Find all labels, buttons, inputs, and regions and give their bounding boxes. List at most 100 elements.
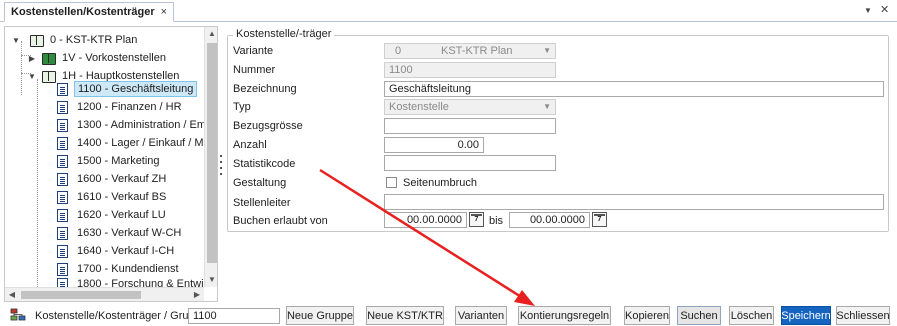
tree-item-1200[interactable]: 1200 - Finanzen / HR xyxy=(57,98,185,116)
variante-code: 0 xyxy=(395,45,402,57)
document-icon xyxy=(57,82,68,96)
group-field[interactable]: 1100 xyxy=(188,308,280,324)
group-title: Kostenstelle/-träger xyxy=(233,28,335,40)
tree-item-1620[interactable]: 1620 - Verkauf LU xyxy=(57,206,169,224)
variante-select[interactable]: 0 KST-KTR Plan ▼ xyxy=(384,43,556,59)
tree-item-1400[interactable]: 1400 - Lager / Einkauf / Material xyxy=(57,134,218,152)
document-icon xyxy=(57,262,68,276)
tree-item-1700[interactable]: 1700 - Kundendienst xyxy=(57,260,182,278)
tree-item-label: 1500 - Marketing xyxy=(77,155,160,167)
schliessen-button[interactable]: Schliessen xyxy=(836,306,890,325)
tree-vertical-scrollbar[interactable]: ▲ ▼ xyxy=(204,27,217,287)
variante-label: Variante xyxy=(233,45,274,57)
seitenumbruch-label: Seitenumbruch xyxy=(403,177,477,189)
bezugsgroesse-label: Bezugsgrösse xyxy=(233,120,303,132)
kopieren-button[interactable]: Kopieren xyxy=(624,306,670,325)
typ-select[interactable]: Kostenstelle ▼ xyxy=(384,99,556,115)
tree-node-root[interactable]: ▼ 0 - KST-KTR Plan xyxy=(11,31,140,49)
suchen-button[interactable]: Suchen xyxy=(677,306,721,325)
document-icon xyxy=(57,154,68,168)
buchen-to-field[interactable]: 00.00.0000 xyxy=(509,212,590,228)
buchen-from-field[interactable]: 00.00.0000 xyxy=(384,212,467,228)
tab-close-icon[interactable]: × xyxy=(161,6,167,18)
anzahl-field[interactable]: 0.00 xyxy=(384,137,484,153)
tree-item-1610[interactable]: 1610 - Verkauf BS xyxy=(57,188,169,206)
scroll-up-icon[interactable]: ▲ xyxy=(205,27,217,41)
loeschen-button[interactable]: Löschen xyxy=(729,306,774,325)
tree-item-label: 1300 - Administration / Empfang xyxy=(77,119,218,131)
tree-item-label: 1200 - Finanzen / HR xyxy=(77,101,182,113)
tab-kostenstellen[interactable]: Kostenstellen/Kostenträger × xyxy=(4,2,175,22)
scroll-left-icon[interactable]: ◀ xyxy=(5,288,19,301)
bis-label: bis xyxy=(489,215,504,227)
document-icon xyxy=(57,136,68,150)
buchen-label: Buchen erlaubt von xyxy=(233,215,328,227)
statistikcode-label: Statistikcode xyxy=(233,158,296,170)
tree-node-vorkostenstellen[interactable]: ▶ 1V - Vorkostenstellen xyxy=(27,49,169,67)
tree-item-1630[interactable]: 1630 - Verkauf W-CH xyxy=(57,224,184,242)
expand-icon[interactable]: ▶ xyxy=(27,54,37,63)
tree-item-1500[interactable]: 1500 - Marketing xyxy=(57,152,163,170)
chevron-down-icon: ▼ xyxy=(543,102,551,111)
scroll-thumb[interactable] xyxy=(21,291,141,299)
calendar-from-icon[interactable]: 7 xyxy=(469,212,484,227)
tree-node-label: 0 - KST-KTR Plan xyxy=(50,34,138,46)
statistikcode-field[interactable] xyxy=(384,155,556,171)
tab-title: Kostenstellen/Kostenträger xyxy=(11,6,155,18)
calendar-to-icon[interactable]: 7 xyxy=(592,212,607,227)
tree-item-label: 1630 - Verkauf W-CH xyxy=(77,227,182,239)
document-icon xyxy=(57,100,68,114)
group-label: Kostenstelle/Kostenträger / Gruppe xyxy=(35,310,207,322)
stellenleiter-label: Stellenleiter xyxy=(233,197,291,209)
window-close-icon[interactable]: ✕ xyxy=(880,3,889,16)
document-icon xyxy=(57,208,68,222)
nummer-field[interactable]: 1100 xyxy=(384,62,556,78)
nummer-label: Nummer xyxy=(233,64,276,76)
variante-name: KST-KTR Plan xyxy=(441,45,513,57)
tab-strip: Kostenstellen/Kostenträger × ▼ ✕ xyxy=(0,0,897,22)
tree-item-label: 1100 - Geschäftsleitung xyxy=(74,81,198,97)
neue-gruppe-button[interactable]: Neue Gruppe xyxy=(286,306,354,325)
anzahl-label: Anzahl xyxy=(233,139,267,151)
scroll-right-icon[interactable]: ▶ xyxy=(190,288,204,301)
book-icon xyxy=(29,34,44,47)
document-icon xyxy=(57,118,68,132)
tree-item-label: 1600 - Verkauf ZH xyxy=(77,173,167,185)
document-icon xyxy=(57,190,68,204)
gestaltung-label: Gestaltung xyxy=(233,177,287,189)
panel-splitter[interactable] xyxy=(219,155,223,175)
collapse-icon[interactable]: ▼ xyxy=(11,36,21,45)
typ-label: Typ xyxy=(233,101,251,113)
tree-horizontal-scrollbar[interactable]: ◀ ▶ xyxy=(5,287,204,301)
scroll-down-icon[interactable]: ▼ xyxy=(205,273,217,287)
seitenumbruch-checkbox[interactable] xyxy=(386,177,397,188)
tree-item-label: 1400 - Lager / Einkauf / Material xyxy=(77,137,218,149)
speichern-button[interactable]: Speichern xyxy=(781,306,831,325)
tree-item-1600[interactable]: 1600 - Verkauf ZH xyxy=(57,170,169,188)
hierarchy-tool-icon[interactable] xyxy=(10,308,26,322)
bezeichnung-field[interactable]: Geschäftsleitung xyxy=(384,81,884,97)
tree-item-1640[interactable]: 1640 - Verkauf I-CH xyxy=(57,242,177,260)
tree-item-label: 1620 - Verkauf LU xyxy=(77,209,166,221)
stellenleiter-field[interactable] xyxy=(384,194,884,210)
chevron-down-icon: ▼ xyxy=(543,46,551,55)
collapse-icon[interactable]: ▼ xyxy=(27,72,37,81)
tree-item-label: 1610 - Verkauf BS xyxy=(77,191,167,203)
scroll-thumb[interactable] xyxy=(207,43,217,263)
tree-node-label: 1V - Vorkostenstellen xyxy=(62,52,166,64)
tree-item-1100[interactable]: 1100 - Geschäftsleitung xyxy=(57,80,198,98)
kontierungsregeln-button[interactable]: Kontierungsregeln xyxy=(518,306,611,325)
varianten-button[interactable]: Varianten xyxy=(455,306,507,325)
document-icon xyxy=(57,244,68,258)
document-icon xyxy=(57,226,68,240)
cost-center-tree: ▼ 0 - KST-KTR Plan ▶ 1V - Vorkostenstell… xyxy=(4,26,218,302)
document-icon xyxy=(57,172,68,186)
bezeichnung-label: Bezeichnung xyxy=(233,83,297,95)
app-window: Kostenstellen/Kostenträger × ▼ ✕ ▼ 0 - K… xyxy=(0,0,897,326)
window-menu-dropdown-icon[interactable]: ▼ xyxy=(864,6,872,15)
tree-item-1300[interactable]: 1300 - Administration / Empfang xyxy=(57,116,218,134)
tree-item-label: 1640 - Verkauf I-CH xyxy=(77,245,175,257)
bezugsgroesse-field[interactable] xyxy=(384,118,556,134)
neue-kst-ktr-button[interactable]: Neue KST/KTR xyxy=(366,306,444,325)
typ-value: Kostenstelle xyxy=(389,101,449,113)
